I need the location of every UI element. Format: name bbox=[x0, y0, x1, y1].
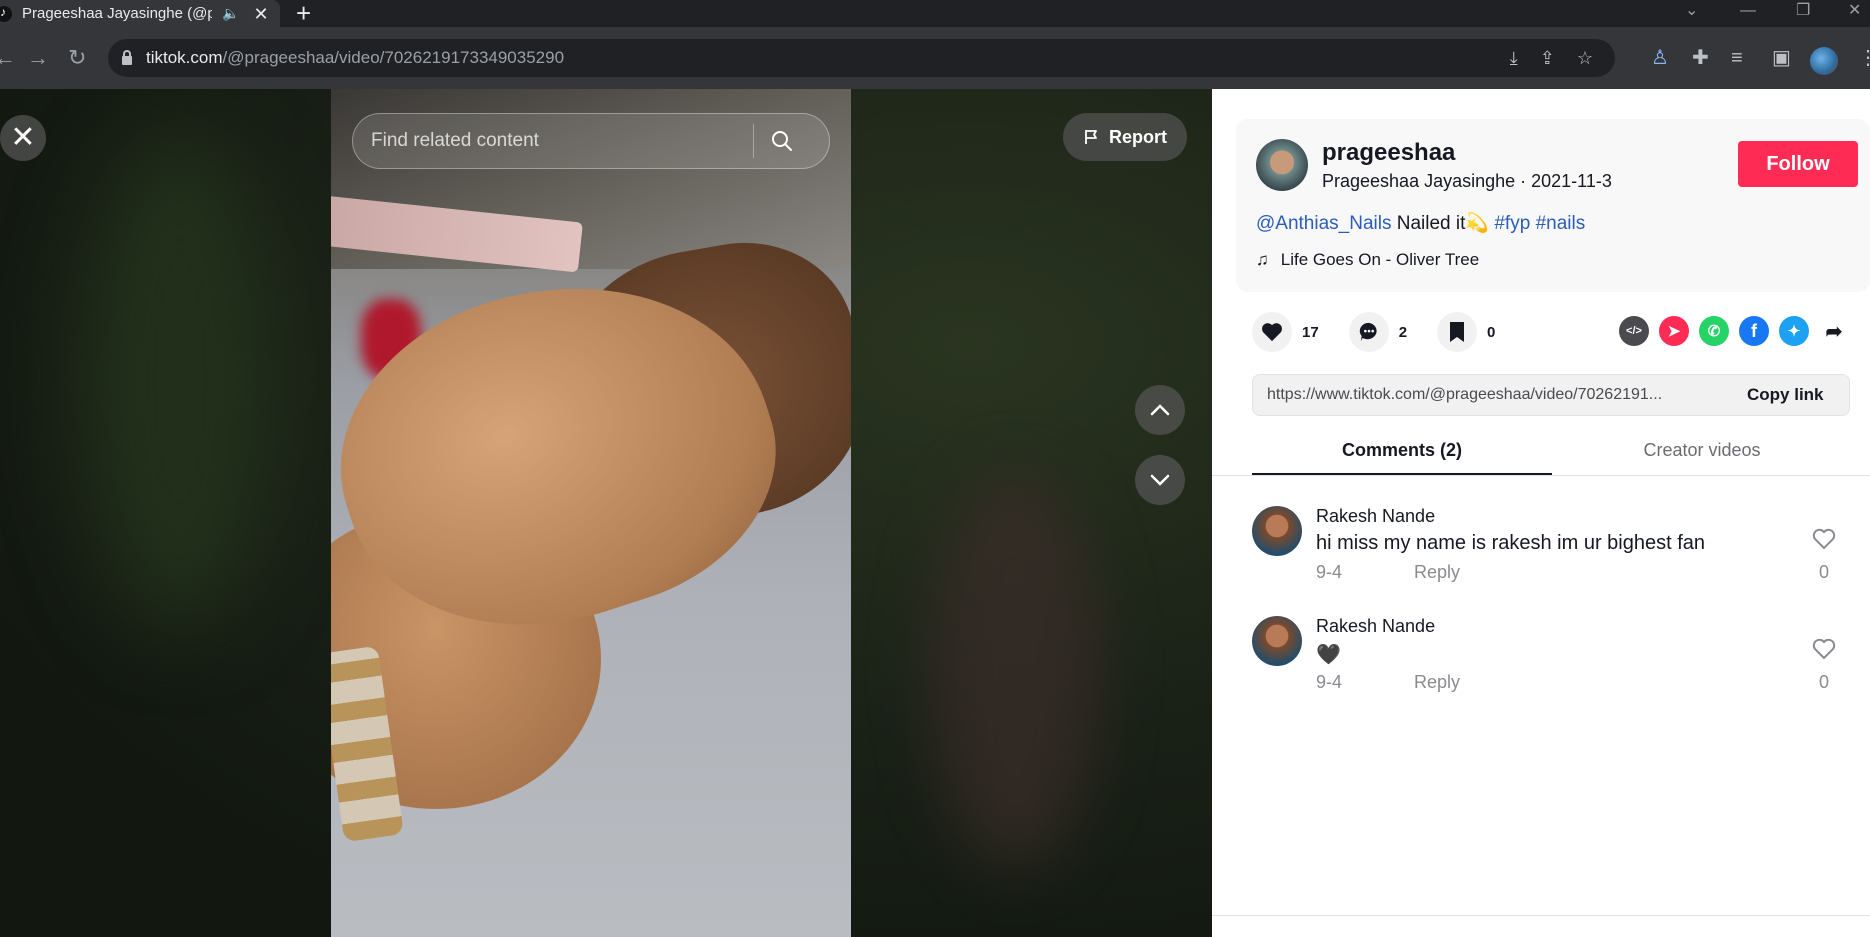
previous-video-button[interactable] bbox=[1135, 385, 1185, 435]
caption-text: Nailed it bbox=[1396, 213, 1466, 234]
chevron-down-icon bbox=[1150, 474, 1170, 486]
extension-icon[interactable]: ♙ bbox=[1651, 44, 1669, 72]
share-link-text[interactable]: https://www.tiktok.com/@prageeshaa/video… bbox=[1267, 386, 1727, 404]
reply-button[interactable]: Reply bbox=[1414, 672, 1460, 693]
comment-date: 9-4 bbox=[1316, 672, 1343, 692]
next-video-button[interactable] bbox=[1135, 455, 1185, 505]
mention-link[interactable]: @Anthias_Nails bbox=[1256, 213, 1391, 234]
related-search-box[interactable] bbox=[352, 113, 830, 169]
send-to-friends-icon[interactable]: ➤ bbox=[1659, 316, 1689, 346]
author-display-name: Prageeshaa Jayasinghe bbox=[1322, 171, 1516, 191]
search-icon[interactable] bbox=[770, 129, 794, 153]
tab-comments[interactable]: Comments (2) bbox=[1252, 429, 1552, 475]
side-panel-icon[interactable]: ▣ bbox=[1772, 44, 1791, 72]
comment-text: 🖤 bbox=[1316, 644, 1341, 666]
follow-button[interactable]: Follow bbox=[1738, 141, 1858, 187]
post-date: 2021-11-3 bbox=[1531, 171, 1612, 191]
comment-count: 2 bbox=[1398, 323, 1408, 341]
report-label: Report bbox=[1109, 126, 1167, 147]
chevron-up-icon bbox=[1150, 404, 1170, 416]
embed-icon[interactable]: </> bbox=[1619, 316, 1649, 346]
video-caption: @Anthias_Nails Nailed it💫 #fyp #nails bbox=[1256, 211, 1585, 235]
author-username[interactable]: prageeshaa bbox=[1322, 139, 1455, 167]
engagement-actions: 17 2 0 bbox=[1252, 312, 1525, 352]
twitter-icon[interactable]: ✦ bbox=[1779, 316, 1809, 346]
copy-link-button[interactable]: Copy link bbox=[1747, 385, 1824, 405]
author-avatar[interactable] bbox=[1256, 139, 1308, 191]
tab-title: Prageeshaa Jayasinghe (@pr bbox=[22, 5, 212, 22]
back-icon[interactable]: ← bbox=[0, 44, 16, 72]
hashtag-fyp[interactable]: #fyp bbox=[1494, 213, 1530, 234]
url-text[interactable]: tiktok.com/@prageeshaa/video/70262191733… bbox=[146, 48, 564, 68]
commenter-avatar[interactable] bbox=[1252, 616, 1302, 666]
tab-creator-videos[interactable]: Creator videos bbox=[1552, 429, 1852, 475]
bookmark-star-icon[interactable]: ☆ bbox=[1577, 48, 1593, 69]
comment-like-icon[interactable] bbox=[1812, 528, 1836, 555]
share-page-icon[interactable]: ⇪ bbox=[1540, 48, 1555, 69]
browser-tab-bar: Prageeshaa Jayasinghe (@pr 🔈 ✕ + ⌄ — ❐ ✕ bbox=[0, 0, 1870, 27]
install-icon[interactable]: ⤓ bbox=[1510, 48, 1518, 69]
share-icons: </> ➤ ✆ f ✦ ➦ bbox=[1619, 316, 1859, 346]
browser-toolbar: ← → ↻ tiktok.com/@prageeshaa/video/70262… bbox=[0, 27, 1870, 89]
video-stage: ✕ Report bbox=[0, 89, 1212, 937]
report-button[interactable]: Report bbox=[1063, 113, 1187, 161]
hashtag-nails[interactable]: #nails bbox=[1536, 213, 1586, 234]
music-note-icon: ♫ bbox=[1256, 250, 1269, 269]
sparkle-emoji: 💫 bbox=[1465, 213, 1490, 234]
tiktok-favicon-icon bbox=[0, 5, 12, 22]
forward-icon[interactable]: → bbox=[27, 44, 49, 72]
reload-icon[interactable]: ↻ bbox=[68, 44, 86, 72]
flag-icon bbox=[1085, 130, 1097, 144]
video-player[interactable] bbox=[331, 89, 851, 937]
browser-tab[interactable]: Prageeshaa Jayasinghe (@pr 🔈 ✕ bbox=[0, 0, 280, 27]
comment-like-icon[interactable] bbox=[1812, 638, 1836, 665]
facebook-icon[interactable]: f bbox=[1739, 316, 1769, 346]
speaker-icon[interactable]: 🔈 bbox=[222, 5, 239, 22]
comment-action[interactable]: 2 bbox=[1348, 312, 1408, 352]
bookmark-icon bbox=[1450, 322, 1465, 342]
comment-item: Rakesh Nande 🖤 9-4 Reply 0 bbox=[1252, 616, 1852, 716]
comment-icon bbox=[1359, 322, 1377, 342]
close-tab-icon[interactable]: ✕ bbox=[253, 5, 268, 23]
music-title: Life Goes On - Oliver Tree bbox=[1280, 250, 1480, 269]
new-tab-icon[interactable]: + bbox=[296, 0, 311, 26]
commenter-name[interactable]: Rakesh Nande bbox=[1316, 506, 1435, 527]
address-bar[interactable]: tiktok.com/@prageeshaa/video/70262191733… bbox=[108, 39, 1615, 77]
like-count: 17 bbox=[1302, 323, 1319, 341]
comment-item: Rakesh Nande hi miss my name is rakesh i… bbox=[1252, 506, 1852, 606]
author-card: prageeshaa Prageeshaa Jayasinghe · 2021-… bbox=[1236, 119, 1870, 292]
related-search-input[interactable] bbox=[371, 130, 751, 152]
extensions-puzzle-icon[interactable]: ✚ bbox=[1692, 44, 1709, 72]
media-control-icon[interactable]: ≡ bbox=[1731, 44, 1743, 72]
panel-tabs: Comments (2) Creator videos bbox=[1252, 429, 1852, 475]
tab-search-chevron-icon[interactable]: ⌄ bbox=[1685, 0, 1698, 22]
lock-icon[interactable] bbox=[122, 49, 132, 65]
window-close-icon[interactable]: ✕ bbox=[1848, 0, 1861, 22]
music-link[interactable]: ♫ Life Goes On - Oliver Tree bbox=[1256, 250, 1479, 270]
like-action[interactable]: 17 bbox=[1252, 312, 1319, 352]
profile-avatar[interactable] bbox=[1810, 47, 1838, 75]
commenter-avatar[interactable] bbox=[1252, 506, 1302, 556]
details-panel: prageeshaa Prageeshaa Jayasinghe · 2021-… bbox=[1212, 89, 1870, 937]
share-more-icon[interactable]: ➦ bbox=[1819, 316, 1849, 346]
restore-icon[interactable]: ❐ bbox=[1796, 0, 1810, 22]
menu-icon[interactable]: ⋮ bbox=[1858, 44, 1870, 72]
save-action[interactable]: 0 bbox=[1437, 312, 1495, 352]
close-video-button[interactable]: ✕ bbox=[0, 115, 46, 161]
reply-button[interactable]: Reply bbox=[1414, 562, 1460, 583]
comment-text: hi miss my name is rakesh im ur bighest … bbox=[1316, 532, 1706, 554]
commenter-name[interactable]: Rakesh Nande bbox=[1316, 616, 1435, 637]
whatsapp-icon[interactable]: ✆ bbox=[1699, 316, 1729, 346]
comment-date: 9-4 bbox=[1316, 562, 1343, 582]
save-count: 0 bbox=[1487, 323, 1496, 341]
comment-like-count: 0 bbox=[1818, 562, 1829, 582]
author-subline: Prageeshaa Jayasinghe · 2021-11-3 bbox=[1322, 171, 1612, 191]
share-link-box: https://www.tiktok.com/@prageeshaa/video… bbox=[1252, 374, 1850, 416]
comment-like-count: 0 bbox=[1818, 672, 1829, 692]
minimize-icon[interactable]: — bbox=[1740, 0, 1756, 22]
heart-icon bbox=[1262, 323, 1282, 342]
